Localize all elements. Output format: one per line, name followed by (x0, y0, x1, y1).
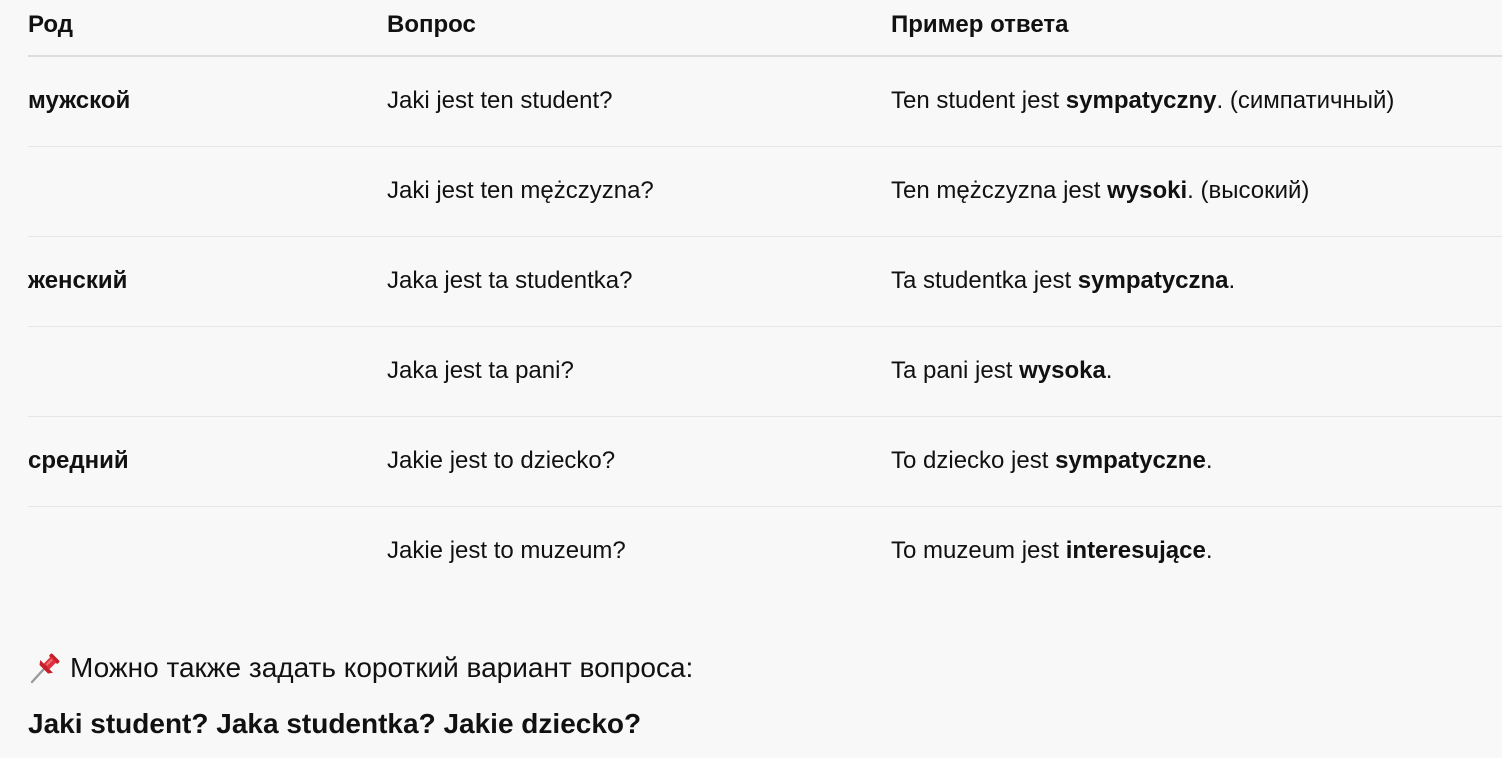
answer-cell: To muzeum jest interesujące. (891, 506, 1502, 596)
answer-text: To muzeum jest (891, 537, 1066, 565)
answer-text: To dziecko jest (891, 447, 1056, 474)
answer-cell: Ten student jest sympatyczny. (симпатичн… (891, 56, 1502, 147)
header-example: Пример ответа (891, 0, 1502, 57)
answer-adjective: wysoki (1107, 177, 1188, 204)
answer-adjective: sympatyczna (1077, 267, 1229, 294)
answer-adjective: sympatyczne (1055, 447, 1206, 474)
gender-cell: мужской (28, 56, 387, 147)
question-cell: Jaki jest ten mężczyzna? (387, 146, 891, 237)
answer-suffix: . (1105, 357, 1113, 384)
answer-suffix: . (симпатичный) (1216, 87, 1395, 115)
gender-adjective-table: Род Вопрос Пример ответа мужской Jaki je… (28, 0, 1502, 596)
answer-suffix: . (1205, 447, 1213, 474)
gender-cell (28, 506, 387, 596)
note-text: Можно также задать короткий вариант вопр… (70, 652, 694, 683)
answer-suffix: . (1228, 267, 1236, 294)
answer-text: Ten mężczyzna jest (891, 177, 1108, 204)
table-row: Jakie jest to muzeum? To muzeum jest int… (28, 506, 1502, 596)
answer-text: Ta pani jest (891, 357, 1020, 384)
gender-cell: женский (28, 236, 387, 327)
table-row: Jaki jest ten mężczyzna? Ten mężczyzna j… (28, 146, 1502, 237)
gender-cell (28, 326, 387, 417)
short-questions: Jaki student? Jaka studentka? Jakie dzie… (28, 708, 642, 739)
gender-cell (28, 146, 387, 237)
pushpin-icon (28, 651, 62, 685)
answer-text: Ta studentka jest (891, 267, 1078, 294)
answer-text: Ten student jest (891, 87, 1066, 115)
gender-cell: средний (28, 416, 387, 507)
answer-suffix: . (высокий) (1187, 177, 1310, 204)
answer-cell: Ta studentka jest sympatyczna. (891, 236, 1502, 327)
question-cell: Jakie jest to muzeum? (387, 537, 626, 565)
table-row: Jaka jest ta pani? Ta pani jest wysoka. (28, 326, 1502, 417)
short-question-note: Можно также задать короткий вариант вопр… (28, 646, 693, 690)
answer-cell: Ten mężczyzna jest wysoki. (высокий) (891, 146, 1502, 237)
answer-adjective: wysoka (1019, 357, 1106, 384)
table-header-row: Род Вопрос Пример ответа (28, 0, 1502, 57)
header-question: Вопрос (387, 0, 891, 57)
question-cell: Jaka jest ta studentka? (387, 236, 891, 327)
answer-cell: Ta pani jest wysoka. (891, 326, 1502, 417)
question-cell: Jaki jest ten student? (387, 56, 891, 147)
table-row: женский Jaka jest ta studentka? Ta stude… (28, 236, 1502, 327)
answer-cell: To dziecko jest sympatyczne. (891, 416, 1502, 507)
answer-adjective: interesujące (1065, 537, 1206, 565)
table-row: мужской Jaki jest ten student? Ten stude… (28, 56, 1502, 147)
header-gender: Род (28, 0, 387, 57)
table-row: средний Jakie jest to dziecko? To dzieck… (28, 416, 1502, 507)
answer-suffix: . (1205, 537, 1213, 565)
question-cell: Jakie jest to dziecko? (387, 416, 891, 507)
question-cell: Jaka jest ta pani? (387, 326, 891, 417)
answer-adjective: sympatyczny (1065, 87, 1217, 115)
